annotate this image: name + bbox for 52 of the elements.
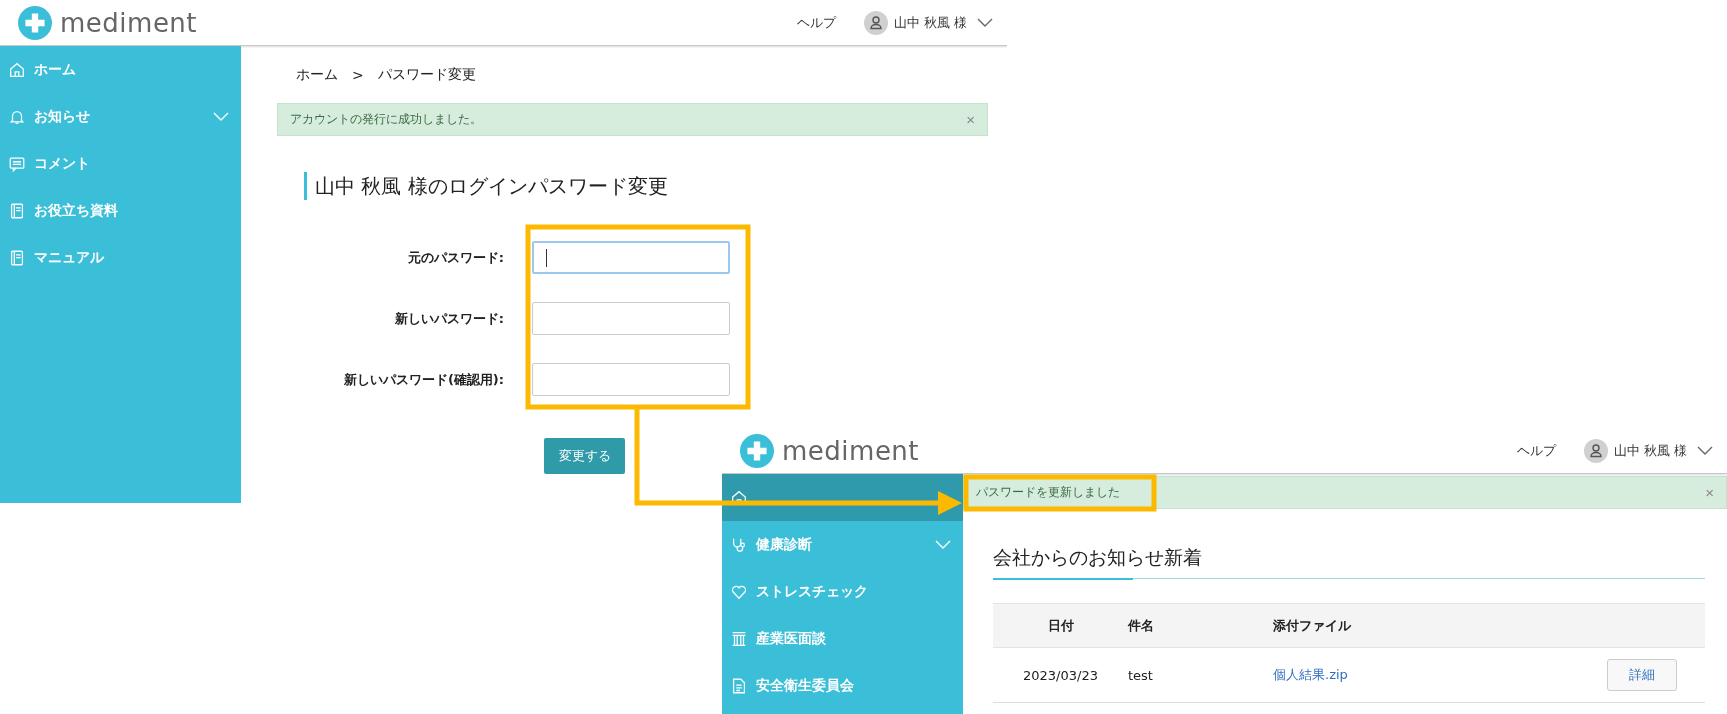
field-label: 新しいパスワード: bbox=[393, 309, 504, 328]
book-icon bbox=[8, 201, 26, 220]
logo-icon bbox=[18, 5, 52, 40]
help-link[interactable]: ヘルプ bbox=[796, 13, 836, 32]
detail-button[interactable]: 詳細 bbox=[1607, 659, 1677, 691]
sidebar-item[interactable]: 産業医面談 bbox=[722, 615, 963, 662]
chevron-down-icon bbox=[213, 111, 229, 122]
submit-button[interactable]: 変更する bbox=[544, 438, 625, 474]
user-avatar-icon bbox=[863, 10, 888, 35]
sidebar-item[interactable]: マニュアル bbox=[0, 234, 241, 281]
close-button[interactable]: × bbox=[966, 111, 975, 128]
sidebar-item[interactable]: お知らせ bbox=[0, 93, 241, 140]
password-field[interactable] bbox=[532, 363, 730, 396]
logo-text: mediment bbox=[782, 435, 920, 466]
alert-message: アカウントの発行に成功しました。 bbox=[290, 111, 483, 128]
table-cell-text: 2023/03/23 bbox=[1022, 667, 1099, 683]
chevron-down-icon bbox=[977, 17, 993, 28]
logo-text: mediment bbox=[60, 7, 198, 38]
sidebar-item[interactable]: ストレスチェック bbox=[722, 568, 963, 615]
breadcrumb-item[interactable]: パスワード変更 bbox=[377, 66, 476, 84]
breadcrumb-item[interactable]: ホーム bbox=[296, 66, 338, 84]
chevron-down-icon bbox=[935, 539, 951, 550]
user-menu[interactable]: 山中 秋風 様 bbox=[863, 10, 993, 35]
sidebar-item[interactable]: 安全衛生委員会 bbox=[722, 662, 963, 709]
sidebar-item[interactable]: コメント bbox=[0, 140, 241, 187]
help-link[interactable]: ヘルプ bbox=[1516, 441, 1556, 460]
sidebar-item[interactable]: ホーム bbox=[0, 46, 241, 93]
field-label: 元のパスワード: bbox=[406, 248, 504, 267]
attachment-link[interactable]: 個人結果.zip bbox=[1273, 667, 1348, 682]
pillars-icon bbox=[730, 629, 748, 648]
book-icon bbox=[8, 248, 26, 267]
alert-message: パスワードを更新しました bbox=[976, 484, 1121, 501]
close-button[interactable]: × bbox=[1705, 484, 1714, 501]
password-field[interactable] bbox=[532, 241, 730, 274]
chevron-down-icon bbox=[1697, 445, 1713, 456]
logo-icon bbox=[740, 433, 774, 468]
password-field[interactable] bbox=[532, 302, 730, 335]
column-header: 日付 bbox=[1046, 616, 1075, 635]
column-header: 添付ファイル bbox=[1273, 616, 1352, 635]
sidebar-item[interactable] bbox=[722, 474, 963, 521]
field-label: 新しいパスワード(確認用): bbox=[342, 370, 504, 389]
breadcrumb-separator: > bbox=[352, 67, 364, 83]
user-menu[interactable]: 山中 秋風 様 bbox=[1583, 438, 1713, 463]
section-title: 会社からのお知らせ新着 bbox=[993, 545, 1203, 570]
sidebar-item[interactable]: 健康診断 bbox=[722, 521, 963, 568]
sidebar-item[interactable]: お役立ち資料 bbox=[0, 187, 241, 234]
table-cell-text: test bbox=[1128, 667, 1154, 683]
user-avatar-icon bbox=[1583, 438, 1608, 463]
column-header: 件名 bbox=[1128, 616, 1155, 635]
home-icon bbox=[8, 60, 26, 79]
page-title: 山中 秋風 様のログインパスワード変更 bbox=[304, 172, 988, 200]
document-icon bbox=[730, 676, 748, 695]
